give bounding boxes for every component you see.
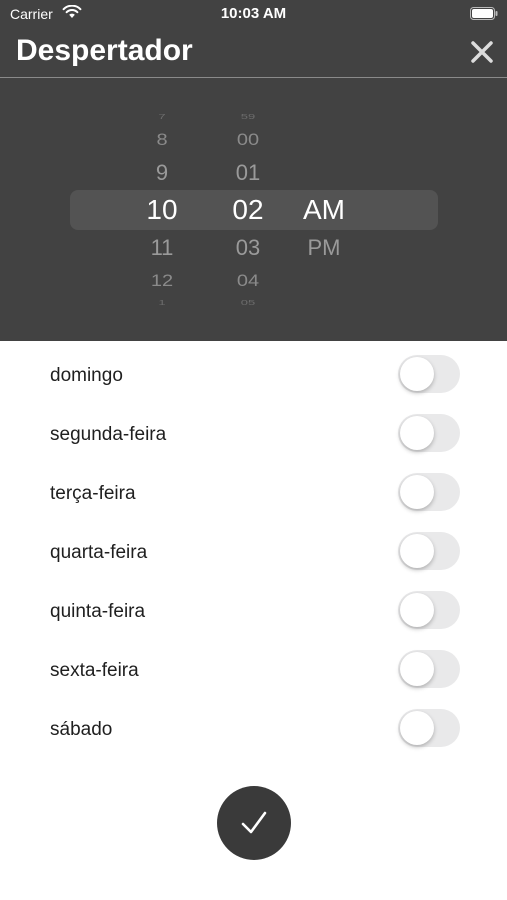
day-label: sábado	[50, 719, 113, 740]
picker-minute[interactable]: 05	[220, 299, 276, 306]
day-toggle-sabado[interactable]	[398, 709, 460, 747]
picker-hour[interactable]: 7	[135, 113, 189, 120]
picker-hour[interactable]: 8	[135, 132, 189, 149]
toggle-knob	[400, 475, 434, 509]
picker-hour[interactable]: 12	[135, 273, 189, 290]
day-label: quinta-feira	[50, 601, 146, 622]
day-toggle-sexta-feira[interactable]	[398, 650, 460, 688]
confirm-button[interactable]	[217, 786, 291, 860]
picker-minute[interactable]: 01	[220, 162, 276, 184]
day-label: quarta-feira	[50, 542, 148, 563]
checkmark-icon	[241, 811, 267, 834]
time-picker[interactable]: 7 8 9 10 11 12 1 59 00 01 02 03 04 05 AM…	[0, 92, 507, 324]
picker-minute[interactable]: 04	[220, 273, 276, 290]
toggle-knob	[400, 711, 434, 745]
day-row-terca-feira: terça-feira	[0, 465, 507, 521]
toggle-knob	[400, 416, 434, 450]
day-row-segunda-feira: segunda-feira	[0, 406, 507, 462]
toggle-knob	[400, 357, 434, 391]
status-bar: Carrier 10:03 AM	[0, 0, 507, 30]
picker-period[interactable]: PM	[296, 237, 352, 259]
picker-hour[interactable]: 1	[135, 299, 189, 306]
day-label: terça-feira	[50, 483, 136, 504]
header-divider	[0, 77, 507, 78]
picker-minute[interactable]: 59	[220, 113, 276, 120]
status-time: 10:03 AM	[220, 5, 287, 22]
day-toggle-terca-feira[interactable]	[398, 473, 460, 511]
picker-minute-selected[interactable]: 02	[220, 196, 276, 224]
day-row-sabado: sábado	[0, 701, 507, 757]
battery-icon	[470, 7, 498, 20]
picker-period-selected[interactable]: AM	[296, 196, 352, 224]
toggle-knob	[400, 593, 434, 627]
day-row-domingo: domingo	[0, 347, 507, 403]
day-label: domingo	[50, 365, 123, 386]
day-row-sexta-feira: sexta-feira	[0, 642, 507, 698]
day-toggle-domingo[interactable]	[398, 355, 460, 393]
close-icon[interactable]	[466, 36, 498, 68]
day-row-quarta-feira: quarta-feira	[0, 524, 507, 580]
toggle-knob	[400, 652, 434, 686]
day-toggle-quarta-feira[interactable]	[398, 532, 460, 570]
picker-hour[interactable]: 9	[135, 162, 189, 184]
alarm-header-panel: Carrier 10:03 AM Despertador 7 8 9 10 11…	[0, 0, 507, 341]
picker-minute[interactable]: 00	[220, 132, 276, 149]
toggle-knob	[400, 534, 434, 568]
picker-hour[interactable]: 11	[135, 237, 189, 259]
day-label: sexta-feira	[50, 660, 139, 681]
picker-hour-selected[interactable]: 10	[135, 196, 189, 224]
picker-minute[interactable]: 03	[220, 237, 276, 259]
day-toggle-quinta-feira[interactable]	[398, 591, 460, 629]
day-label: segunda-feira	[50, 424, 167, 445]
day-toggle-segunda-feira[interactable]	[398, 414, 460, 452]
day-row-quinta-feira: quinta-feira	[0, 583, 507, 639]
page-title: Despertador	[16, 34, 193, 67]
